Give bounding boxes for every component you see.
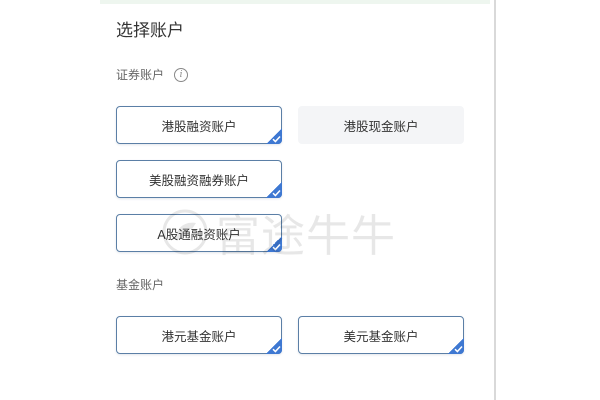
account-option-label: 美元基金账户 <box>343 328 419 344</box>
funds-section-label: 基金账户 <box>116 278 165 292</box>
account-option-label: 美股融资融券账户 <box>148 172 249 188</box>
info-icon[interactable]: i <box>174 68 189 82</box>
check-icon <box>266 338 282 354</box>
account-option-hkd-fund[interactable]: 港元基金账户 <box>116 316 282 354</box>
securities-section-header: 证券账户 i <box>116 66 189 84</box>
account-option-a-share-margin[interactable]: A股通融资账户 <box>116 214 282 252</box>
account-option-hk-cash[interactable]: 港股现金账户 <box>298 106 464 144</box>
account-option-label: 港股现金账户 <box>343 118 419 134</box>
check-icon <box>448 338 464 354</box>
page-title: 选择账户 <box>116 21 184 41</box>
account-selection-page: 选择账户 证券账户 i 港股融资账户 港股现金账户 美股融资融券账户 A股通融资… <box>0 0 600 400</box>
account-option-label: 港元基金账户 <box>161 328 237 344</box>
check-icon <box>266 128 282 144</box>
account-option-us-margin[interactable]: 美股融资融券账户 <box>116 160 282 198</box>
check-icon <box>266 236 282 252</box>
account-option-usd-fund[interactable]: 美元基金账户 <box>298 316 464 354</box>
funds-section-header: 基金账户 <box>116 276 164 294</box>
top-accent-bar <box>100 0 490 4</box>
securities-section-label: 证券账户 <box>116 68 165 82</box>
account-option-label: A股通融资账户 <box>157 226 241 242</box>
account-option-label: 港股融资账户 <box>161 118 237 134</box>
account-option-hk-margin[interactable]: 港股融资账户 <box>116 106 282 144</box>
check-icon <box>266 182 282 198</box>
panel-right-border <box>494 0 496 400</box>
